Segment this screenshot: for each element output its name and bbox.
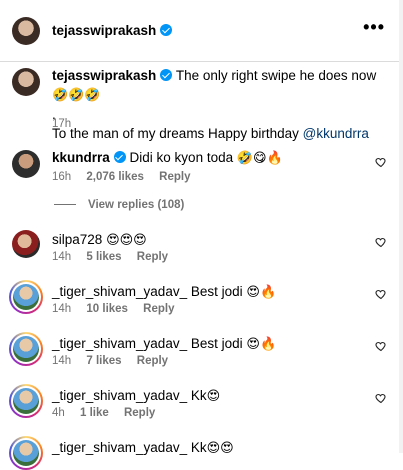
heart-outline-icon[interactable] (375, 288, 387, 300)
comment-time: 14h (52, 251, 72, 263)
reply-button[interactable]: Reply (159, 171, 190, 183)
view-replies-button[interactable]: View replies (108) (54, 199, 184, 211)
reply-button[interactable]: Reply (143, 303, 174, 315)
author-username[interactable]: tejasswiprakash (52, 23, 156, 38)
author-avatar[interactable] (12, 17, 40, 45)
more-options-icon[interactable]: ••• (363, 18, 385, 36)
heart-outline-icon[interactable] (375, 156, 387, 168)
comment-text: Didi ko kyon toda (129, 150, 234, 165)
comment-likes[interactable]: 10 likes (86, 303, 128, 315)
caption-text: The only right swipe he does now (175, 68, 377, 83)
view-replies-line (54, 204, 76, 206)
scrollbar[interactable] (399, 0, 403, 453)
comment-time: 16h (52, 171, 72, 183)
commenter-avatar[interactable] (12, 150, 40, 178)
comment-emojis: 🤣😋🔥 (236, 151, 283, 166)
comment-likes[interactable]: 7 likes (86, 355, 121, 367)
comment-username[interactable]: kkundrra (52, 150, 110, 165)
comment-text: Best jodi (190, 284, 243, 299)
comment-likes[interactable]: 1 like (80, 407, 109, 419)
comment-emojis: 😍 (206, 389, 221, 404)
commenter-avatar[interactable] (9, 332, 43, 366)
caption-avatar[interactable] (12, 68, 40, 96)
comment-emojis: 😍🔥 (246, 285, 277, 300)
comment-likes[interactable]: 2,076 likes (86, 171, 144, 183)
commenter-avatar[interactable] (9, 280, 43, 314)
comment-text: Kk (190, 388, 207, 403)
comment-username[interactable]: silpa728 (52, 232, 102, 247)
caption-emojis: 🤣🤣🤣 (52, 88, 101, 103)
comment-username[interactable]: _tiger_shivam_yadav_ (52, 284, 187, 299)
comment-emojis: 😍😍 (206, 441, 234, 456)
caption-mention[interactable]: @kkundrra (303, 126, 369, 141)
commenter-avatar[interactable] (9, 436, 43, 470)
comment-username[interactable]: _tiger_shivam_yadav_ (52, 388, 187, 403)
verified-badge-icon (160, 69, 173, 81)
verified-badge-icon (160, 24, 173, 36)
reply-button[interactable]: Reply (137, 355, 168, 367)
comment-likes[interactable]: 5 likes (86, 251, 121, 263)
comment-username[interactable]: _tiger_shivam_yadav_ (52, 336, 187, 351)
post-header: tejasswiprakash ••• (0, 0, 403, 62)
comment-time: 14h (52, 355, 72, 367)
verified-badge-icon (113, 151, 126, 163)
heart-outline-icon[interactable] (375, 392, 387, 404)
reply-button[interactable]: Reply (137, 251, 168, 263)
commenter-avatar[interactable] (9, 384, 43, 418)
reply-button[interactable]: Reply (124, 407, 155, 419)
comment-emojis: 😍🔥 (246, 337, 277, 352)
caption-time: 17h (52, 118, 72, 130)
caption-line2: To the man of my dreams Happy birthday (52, 126, 299, 141)
comment-time: 14h (52, 303, 72, 315)
comment-time: 4h (52, 407, 65, 419)
caption-username[interactable]: tejasswiprakash (52, 68, 156, 83)
heart-outline-icon[interactable] (375, 340, 387, 352)
comment-emojis: 😍😍😍 (106, 233, 147, 248)
view-replies-label: View replies (108) (88, 199, 185, 211)
commenter-avatar[interactable] (12, 230, 40, 258)
comment-text: Best jodi (190, 336, 243, 351)
heart-outline-icon[interactable] (375, 236, 387, 248)
